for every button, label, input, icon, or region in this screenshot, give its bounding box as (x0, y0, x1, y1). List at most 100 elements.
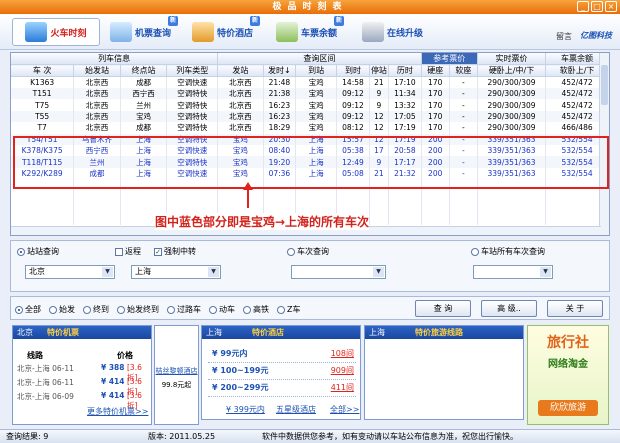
table-row[interactable]: T55 北京西 宝鸡 空调特快 北京西 16:23 宝鸡 09:12 12 17:05 170-29… (11, 110, 609, 123)
query-button[interactable]: 查 询 (415, 300, 471, 317)
column-header[interactable]: 历时 (388, 64, 422, 77)
tab-ticket-balance[interactable]: 车票余额 新 (276, 16, 344, 46)
hotel-ad[interactable]: 上海 特价酒店 ¥ 99元内 108间 ¥ 100~199元 909间 ¥ 200~299… (201, 325, 361, 420)
table-cell: 北京西 (73, 99, 121, 111)
tab-train-schedule[interactable]: 火车时刻 (12, 18, 100, 46)
filter-label: 始发 (59, 305, 75, 314)
radio-icon (15, 305, 23, 314)
filter-option[interactable]: 全部 (15, 304, 41, 315)
route-col-header: 线路 (27, 351, 43, 360)
table-row[interactable]: T151 北京西 西宁西 空调特快 北京西 21:38 宝鸡 09:12 9 11:34 170-2… (11, 88, 609, 100)
hotel-city: 上海 (206, 328, 222, 337)
table-cell (369, 190, 390, 202)
column-header[interactable]: 停站 (369, 64, 390, 77)
filter-bar: 全部 始发 终到 始发终到 过路车 动车 高铁 Z车 查 询 高 级.. 关 于 (10, 296, 610, 320)
hotel-promo-ad[interactable]: 桔丝黎顿酒店 99.8元起 (154, 325, 199, 425)
table-cell: T55 (11, 110, 75, 123)
flight-row[interactable]: 北京-上海 06-11 ¥ 414 [3.6折] (17, 377, 151, 396)
hotel-row[interactable]: ¥ 200~299元 411间 (208, 380, 356, 397)
close-icon[interactable]: × (605, 1, 617, 12)
return-trip-checkbox[interactable]: 返程 (115, 246, 141, 257)
table-cell: 21:38 (263, 88, 297, 100)
advanced-button[interactable]: 高 级.. (481, 300, 537, 317)
table-cell: 17:19 (388, 122, 422, 134)
all-trains-query-option[interactable]: 车站所有车次查询 (471, 246, 545, 257)
table-row[interactable]: T7 北京西 成都 空调特快 北京西 18:29 宝鸡 08:12 12 17:19 170-290… (11, 122, 609, 134)
filter-option[interactable]: 始发 (49, 304, 75, 315)
to-station-select[interactable]: 上海 (131, 265, 221, 279)
train-query-option[interactable]: 车次查询 (287, 246, 329, 257)
all-hotels-link[interactable]: 全部>> (330, 404, 359, 415)
flight-price: ¥ 414 (101, 391, 125, 400)
five-star-hotel-link[interactable]: 五星级酒店 (276, 404, 316, 415)
hotel-399-link[interactable]: ¥ 399元内 (226, 404, 265, 415)
table-cell (421, 201, 450, 214)
about-button[interactable]: 关 于 (547, 300, 603, 317)
filter-label: 全部 (25, 305, 41, 314)
column-header[interactable]: 硬卧上/中/下 (477, 64, 547, 77)
table-cell: 170 (421, 76, 450, 88)
table-cell: 空调特快 (166, 88, 219, 100)
tour-ad[interactable]: 上海 特价旅游线路 (364, 325, 524, 420)
table-cell: 290/300/309 (477, 99, 547, 111)
table-row[interactable]: T75 北京西 兰州 空调特快 北京西 16:23 宝鸡 09:12 9 13:32 170-290… (11, 99, 609, 111)
hotel-row[interactable]: ¥ 100~199元 909间 (208, 363, 356, 380)
flight-route: 北京-上海 06-11 (17, 364, 74, 373)
table-cell: 北京西 (73, 122, 121, 134)
column-header[interactable]: 列车类型 (166, 64, 219, 77)
table-cell: 14:58 (336, 76, 370, 88)
table-cell: 170 (421, 88, 450, 100)
column-header[interactable]: 终点站 (120, 64, 168, 77)
scroll-thumb[interactable] (601, 65, 608, 105)
column-header[interactable]: 车 次 (11, 64, 75, 77)
flight-ad[interactable]: 北京 特价机票 线路 价格 北京-上海 06-11 ¥ 388 [3.6折] 北京-上海… (12, 325, 152, 425)
flight-row[interactable]: 北京-上海 06-11 ¥ 388 [3.6折] (17, 363, 151, 382)
tour-ad-title: 特价旅游线路 (415, 328, 463, 337)
from-station-select[interactable]: 北京 (25, 265, 115, 279)
hotel-row[interactable]: ¥ 99元内 108间 (208, 346, 356, 363)
table-cell: 09:12 (336, 88, 370, 100)
filter-option[interactable]: 过路车 (167, 304, 201, 315)
table-cell (166, 201, 219, 214)
column-header[interactable]: 始发站 (73, 64, 121, 77)
flight-row[interactable]: 北京-上海 06-09 ¥ 414 [3.6折] (17, 391, 151, 410)
station-select[interactable] (473, 265, 553, 279)
table-cell: 17:10 (388, 76, 422, 88)
column-header[interactable]: 发站 (217, 64, 264, 77)
table-cell (295, 190, 338, 202)
filter-label: 高铁 (253, 305, 269, 314)
travel-agency-ad[interactable]: 旅行社 网络淘金 欣欣旅游 (527, 325, 609, 425)
table-cell (449, 190, 478, 202)
table-cell (336, 201, 370, 214)
column-header[interactable]: 发时↓ (263, 64, 297, 77)
column-header[interactable]: 硬座 (421, 64, 450, 77)
table-row[interactable]: K1363 北京西 成都 空调快速 北京西 21:48 宝鸡 14:58 21 17:10 170-… (11, 76, 609, 88)
column-header[interactable]: 到时 (336, 64, 370, 77)
filter-option[interactable]: 终到 (83, 304, 109, 315)
tab-hotel[interactable]: 特价酒店 新 (192, 16, 260, 46)
radio-icon (209, 305, 217, 314)
filter-option[interactable]: Z车 (277, 304, 300, 315)
train-number-select[interactable] (291, 265, 386, 279)
tab-online-upgrade[interactable]: 在线升级 (362, 18, 423, 46)
table-cell: 北京西 (73, 110, 121, 123)
minimize-icon[interactable]: _ (577, 1, 589, 12)
maximize-icon[interactable]: □ (591, 1, 603, 12)
filter-option[interactable]: 始发终到 (117, 304, 159, 315)
force-transfer-checkbox[interactable]: ✓ 强制中转 (154, 246, 196, 257)
column-header[interactable]: 软座 (449, 64, 478, 77)
radio-icon (471, 247, 479, 256)
tab-flight-query[interactable]: 机票查询 新 (110, 16, 178, 46)
filter-option[interactable]: 动车 (209, 304, 235, 315)
table-cell (421, 190, 450, 202)
table-cell (369, 213, 390, 225)
feedback-link[interactable]: 留言 (556, 31, 572, 42)
more-flights-link[interactable]: 更多特价机票>> (87, 406, 148, 417)
column-header[interactable]: 到站 (295, 64, 338, 77)
table-cell: 09:12 (336, 99, 370, 111)
notice-text: 软件中数据供您参考，如有变动请以车站公布信息为准，祝您出行愉快。 (262, 432, 518, 441)
hotel-count: 909间 (330, 366, 354, 375)
filter-option[interactable]: 高铁 (243, 304, 269, 315)
table-cell: 北京西 (217, 110, 264, 123)
station-query-option[interactable]: 站站查询 (17, 246, 59, 257)
